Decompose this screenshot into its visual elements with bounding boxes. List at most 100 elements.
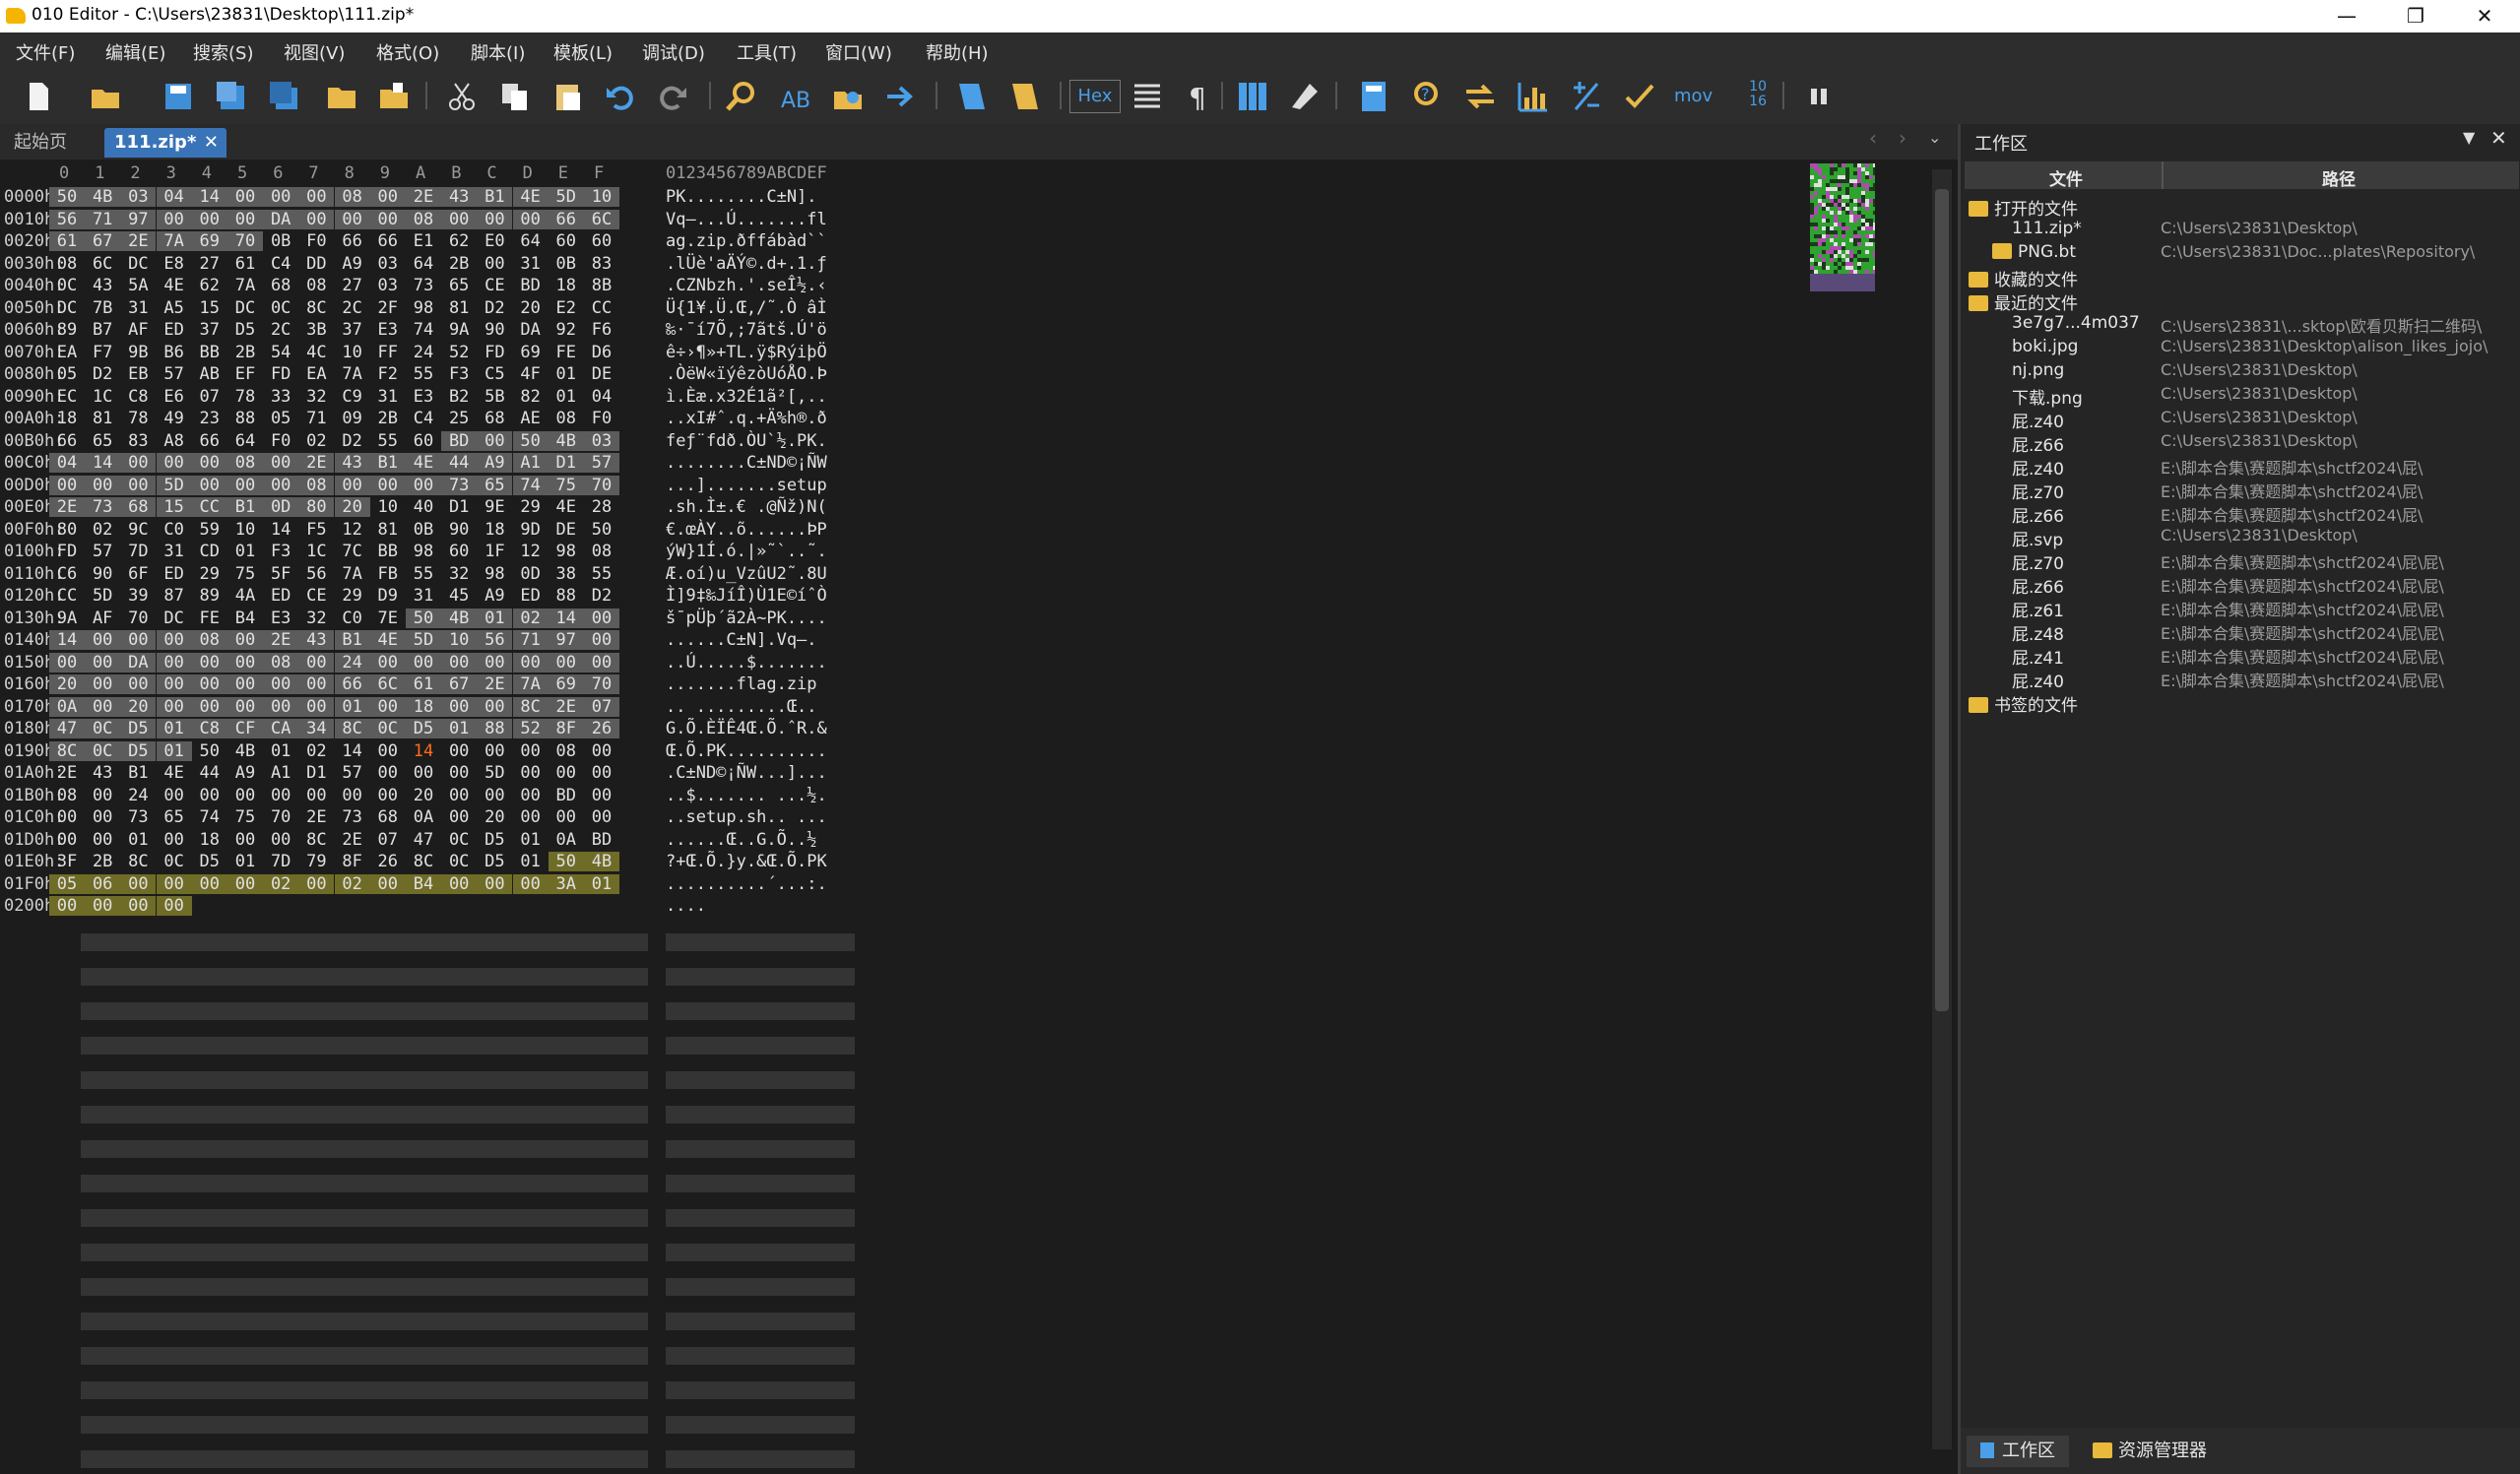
tree-item-recent-file[interactable]: 屁.z48 E:\脚本合集\赛题脚本\shctf2024\屁\屁\ xyxy=(2012,620,2444,645)
hex-byte[interactable]: 08 xyxy=(191,630,227,650)
hex-byte[interactable]: 44 xyxy=(441,453,478,473)
tree-item-recent-file[interactable]: 屁.z66 C:\Users\23831\Desktop\ xyxy=(2012,431,2358,456)
hex-byte[interactable]: 43 xyxy=(85,276,120,295)
hex-byte[interactable]: 00 xyxy=(191,674,227,694)
hex-byte[interactable]: 20 xyxy=(120,696,157,717)
find-icon[interactable] xyxy=(725,80,758,113)
hex-byte[interactable]: 55 xyxy=(406,364,441,384)
hex-byte[interactable]: 00 xyxy=(227,209,263,229)
hex-byte[interactable]: B6 xyxy=(157,343,192,362)
hex-byte[interactable]: 00 xyxy=(156,674,192,694)
hex-byte[interactable]: 7E xyxy=(370,609,406,628)
hex-byte[interactable]: 10 xyxy=(584,187,619,207)
hex-byte[interactable]: 31 xyxy=(157,542,192,561)
hex-byte[interactable]: CD xyxy=(192,542,227,561)
hex-byte[interactable]: 64 xyxy=(513,231,549,251)
hex-byte[interactable]: 00 xyxy=(85,896,121,916)
hex-byte[interactable]: 01 xyxy=(441,719,478,738)
hex-byte[interactable]: 38 xyxy=(549,564,584,584)
mov-button[interactable]: mov xyxy=(1674,80,1717,113)
hex-byte[interactable]: 24 xyxy=(334,652,370,673)
hex-byte[interactable]: D5 xyxy=(120,719,157,738)
hex-byte[interactable]: 70 xyxy=(584,674,619,694)
hex-byte[interactable]: 00 xyxy=(263,786,298,805)
ascii-row[interactable]: feƒ¨fdð.ÒU`½.PK. xyxy=(666,431,827,451)
hex-byte[interactable]: 0C xyxy=(441,830,477,850)
hex-byte[interactable]: 29 xyxy=(335,586,370,606)
workspace-folder-icon[interactable] xyxy=(377,80,411,113)
hex-byte[interactable]: A9 xyxy=(227,763,263,783)
menu-script[interactable]: 脚本(I) xyxy=(471,39,525,65)
hex-byte[interactable]: 34 xyxy=(298,719,335,738)
hex-byte[interactable]: 08 xyxy=(334,187,370,207)
tree-item-recent-file[interactable]: 屁.z40 E:\脚本合集\赛题脚本\shctf2024\屁\ xyxy=(2012,455,2423,480)
col-file-header[interactable]: 文件 xyxy=(2049,165,2083,190)
hex-byte[interactable]: 00 xyxy=(85,630,121,650)
hex-byte[interactable]: B1 xyxy=(334,630,370,650)
hex-byte[interactable]: 00 xyxy=(548,652,584,673)
hex-byte[interactable]: 50 xyxy=(512,430,549,451)
hex-byte[interactable]: 00 xyxy=(584,763,619,783)
hex-byte[interactable]: C8 xyxy=(120,387,156,407)
hex-byte[interactable]: D2 xyxy=(584,586,619,606)
hex-byte[interactable]: 0D xyxy=(263,497,299,517)
hex-byte[interactable]: 0A xyxy=(549,830,584,850)
hex-byte[interactable]: CE xyxy=(298,586,334,606)
hex-byte[interactable]: A8 xyxy=(157,431,192,451)
hex-byte[interactable]: 43 xyxy=(298,630,335,650)
hex-byte[interactable]: 14 xyxy=(85,453,121,473)
menu-tools[interactable]: 工具(T) xyxy=(737,39,797,65)
hex-byte[interactable]: 44 xyxy=(192,763,227,783)
hex-byte[interactable]: 55 xyxy=(370,431,406,451)
hex-byte[interactable]: CC xyxy=(49,586,85,606)
hex-byte[interactable]: 00 xyxy=(191,209,227,229)
inspector-icon[interactable]: ? xyxy=(1410,80,1444,113)
menu-view[interactable]: 视图(V) xyxy=(284,39,345,65)
hex-byte[interactable]: 9E xyxy=(477,497,512,517)
hex-byte[interactable]: D5 xyxy=(227,320,263,340)
hex-byte[interactable]: F2 xyxy=(370,364,406,384)
hex-byte[interactable]: CE xyxy=(477,276,512,295)
minimize-button[interactable]: — xyxy=(2312,0,2381,32)
hex-byte[interactable]: 45 xyxy=(441,586,477,606)
hex-byte[interactable]: DA xyxy=(120,652,157,673)
ascii-row[interactable]: PK........C±N]. xyxy=(666,187,817,207)
show-whitespace-icon[interactable]: ¶ xyxy=(1182,80,1215,113)
hex-byte[interactable]: E1 xyxy=(406,231,441,251)
hex-byte[interactable]: 00 xyxy=(156,209,192,229)
hex-byte[interactable]: 97 xyxy=(548,630,584,650)
hex-byte[interactable]: 15 xyxy=(156,497,192,517)
hex-byte[interactable]: D5 xyxy=(477,830,512,850)
hex-byte[interactable]: 43 xyxy=(334,453,370,473)
histogram-icon[interactable] xyxy=(1517,80,1550,113)
hex-byte[interactable]: 00 xyxy=(49,896,85,916)
hex-byte[interactable]: 2E xyxy=(548,696,584,717)
hex-byte[interactable]: 0C xyxy=(441,852,477,871)
hex-byte[interactable]: B7 xyxy=(85,320,120,340)
hex-byte[interactable]: 00 xyxy=(156,652,192,673)
hex-byte[interactable]: 50 xyxy=(192,741,227,761)
hex-byte[interactable]: D6 xyxy=(584,343,619,362)
tree-group-open-files[interactable]: 打开的文件 xyxy=(1969,195,2078,220)
open-folder2-icon[interactable] xyxy=(325,80,358,113)
ascii-row[interactable]: Vq—...Ú.......fl xyxy=(666,210,827,229)
hex-byte[interactable]: 00 xyxy=(191,475,227,495)
hex-byte[interactable]: 50 xyxy=(548,852,584,871)
menu-format[interactable]: 格式(O) xyxy=(376,39,439,65)
hex-byte[interactable]: D1 xyxy=(441,497,477,517)
hex-byte[interactable]: C4 xyxy=(406,409,441,428)
hex-byte[interactable]: 73 xyxy=(406,276,441,295)
hex-byte[interactable]: 50 xyxy=(406,608,441,628)
hex-byte[interactable]: 0C xyxy=(85,740,121,761)
ascii-row[interactable]: ..$....... ...½. xyxy=(666,786,827,805)
hex-byte[interactable]: 00 xyxy=(441,209,478,229)
hex-byte[interactable]: 00 xyxy=(298,209,335,229)
hex-byte[interactable]: 60 xyxy=(584,231,619,251)
hex-byte[interactable]: 00 xyxy=(584,652,619,673)
hex-byte[interactable]: A1 xyxy=(263,763,298,783)
hex-byte[interactable]: 64 xyxy=(406,254,441,274)
hex-byte[interactable]: 8F xyxy=(335,852,370,871)
hex-byte[interactable]: 4B xyxy=(548,430,584,451)
hex-byte[interactable]: 00 xyxy=(441,807,477,827)
hex-byte[interactable]: 70 xyxy=(584,475,619,495)
